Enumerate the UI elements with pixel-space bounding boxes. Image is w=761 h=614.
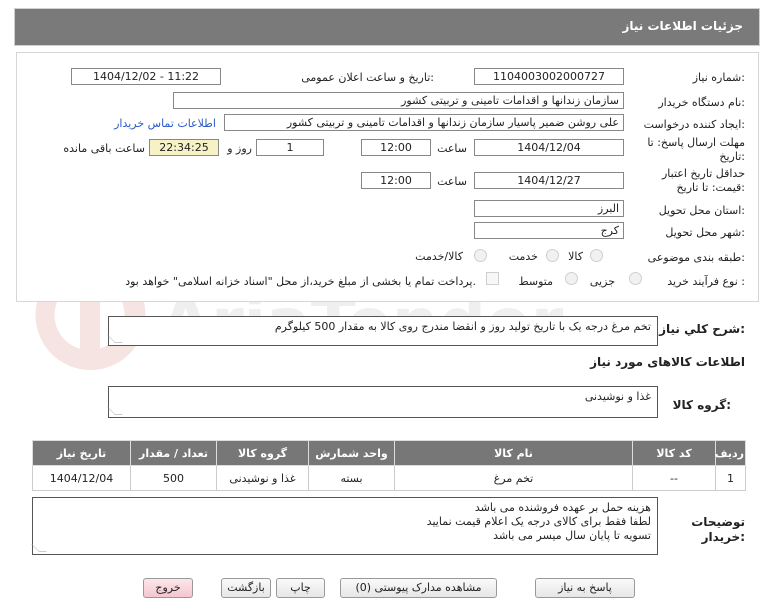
requester-field[interactable]: علی روشن ضمیر پاسیار سازمان زندانها و اق… — [224, 114, 624, 131]
price-validity-time-field[interactable]: 12:00 — [361, 172, 431, 189]
goods-section-title: اطلاعات کالاهای مورد نیاز — [590, 355, 745, 369]
buyer-org-field[interactable]: سازمان زندانها و اقدامات تامینی و تربیتی… — [173, 92, 624, 109]
category-goods-service-label: کالا/خدمت — [415, 250, 463, 263]
description-text: تخم مرغ درجه یک با تاریخ تولید روز و انق… — [274, 320, 651, 333]
price-validity-label: حداقل تاریخ اعتبار قیمت: تا تاریخ: — [661, 167, 745, 194]
days-label: روز و — [227, 142, 252, 155]
requester-label: ایجاد کننده درخواست: — [643, 118, 745, 131]
cell-need-date: 1404/12/04 — [32, 465, 131, 491]
province-field[interactable]: البرز — [474, 200, 624, 217]
col-header-row-number: ردیف — [715, 440, 746, 466]
province-label: استان محل تحویل: — [658, 204, 745, 217]
table-row[interactable]: 1 -- تخم مرغ بسته غذا و نوشیدنی 500 1404… — [32, 465, 746, 491]
resize-grip-icon[interactable] — [107, 407, 123, 415]
col-header-need-date: تاریخ نیاز — [32, 440, 131, 466]
goods-table: ردیف کد کالا نام کالا واحد شمارش گروه کا… — [32, 440, 746, 491]
resize-grip-icon[interactable] — [31, 544, 47, 552]
page-title: جزئیات اطلاعات نیاز — [622, 19, 743, 33]
process-medium-radio[interactable] — [565, 272, 578, 285]
cell-quantity: 500 — [130, 465, 217, 491]
cell-row-number: 1 — [715, 465, 746, 491]
col-header-group: گروه کالا — [216, 440, 309, 466]
buyer-notes-textarea[interactable]: هزینه حمل بر عهده فروشنده می باشد لطفا ف… — [31, 497, 658, 555]
category-service-radio[interactable] — [546, 249, 559, 262]
col-header-unit: واحد شمارش — [308, 440, 395, 466]
goods-group-label: گروه کالا: — [672, 398, 731, 412]
buyer-org-label: نام دستگاه خریدار: — [658, 96, 745, 109]
cell-unit: بسته — [308, 465, 395, 491]
category-label: طبقه بندی موضوعی: — [647, 251, 745, 264]
price-validity-date-field[interactable]: 1404/12/27 — [474, 172, 624, 189]
announce-datetime-field[interactable]: 1404/12/02 - 11:22 — [71, 68, 221, 85]
remaining-label: ساعت باقی مانده — [63, 142, 145, 155]
deadline-label: مهلت ارسال پاسخ: تا تاریخ: — [647, 136, 745, 163]
need-number-field[interactable]: 1104003002000727 — [474, 68, 624, 85]
process-minor-label: جزیی — [589, 275, 615, 288]
deadline-date-field[interactable]: 1404/12/04 — [474, 139, 624, 156]
contact-buyer-link[interactable]: اطلاعات تماس خریدار — [114, 117, 216, 130]
remaining-time-field: 22:34:25 — [149, 139, 219, 156]
goods-group-text: غذا و نوشیدنی — [584, 390, 651, 403]
process-medium-label: متوسط — [518, 275, 553, 288]
page-header: جزئیات اطلاعات نیاز — [14, 8, 760, 46]
cell-item-name: تخم مرغ — [394, 465, 633, 491]
goods-group-textarea[interactable]: غذا و نوشیدنی — [107, 386, 658, 418]
process-minor-radio[interactable] — [629, 272, 642, 285]
col-header-item-code: کد کالا — [632, 440, 716, 466]
page: AriaTender.net جزئیات اطلاعات نیاز شماره… — [0, 0, 761, 614]
deadline-time-field[interactable]: 12:00 — [361, 139, 431, 156]
deadline-time-label: ساعت — [437, 142, 467, 155]
treasury-checkbox[interactable] — [486, 272, 499, 285]
col-header-item-name: نام کالا — [394, 440, 633, 466]
buyer-note-line: هزینه حمل بر عهده فروشنده می باشد — [474, 501, 651, 514]
reply-button[interactable]: پاسخ به نیاز — [535, 578, 635, 598]
print-button[interactable]: چاپ — [276, 578, 325, 598]
process-label: نوع فرآیند خرید : — [667, 275, 745, 288]
city-label: شهر محل تحویل: — [665, 226, 745, 239]
need-number-label: شماره نیاز: — [692, 71, 745, 84]
description-label: شرح کلي نياز: — [659, 322, 745, 336]
exit-button[interactable]: خروج — [143, 578, 193, 598]
table-header-row: ردیف کد کالا نام کالا واحد شمارش گروه کا… — [32, 440, 746, 466]
treasury-text: پرداخت تمام یا بخشی از مبلغ خرید،از محل … — [125, 275, 476, 288]
category-service-label: خدمت — [508, 250, 538, 263]
col-header-quantity: تعداد / مقدار — [130, 440, 217, 466]
buyer-note-line: تسویه تا پایان سال میسر می باشد — [493, 529, 651, 542]
buyer-note-line: لطفا فقط برای کالای درجه یک اعلام قیمت ن… — [426, 515, 651, 528]
back-button[interactable]: بازگشت — [221, 578, 271, 598]
deadline-days-field[interactable]: 1 — [256, 139, 324, 156]
announce-datetime-label: تاریخ و ساعت اعلان عمومی: — [301, 71, 434, 84]
category-goods-radio[interactable] — [590, 249, 603, 262]
resize-grip-icon[interactable] — [107, 335, 123, 343]
buyer-notes-label: توضیحات خریدار: — [691, 515, 745, 544]
category-goods-service-radio[interactable] — [474, 249, 487, 262]
cell-item-code: -- — [632, 465, 716, 491]
attachments-button[interactable]: مشاهده مدارک پیوستی (0) — [340, 578, 497, 598]
city-field[interactable]: کرج — [474, 222, 624, 239]
cell-group: غذا و نوشیدنی — [216, 465, 309, 491]
price-validity-time-label: ساعت — [437, 175, 467, 188]
category-goods-label: کالا — [568, 250, 583, 263]
description-textarea[interactable]: تخم مرغ درجه یک با تاریخ تولید روز و انق… — [107, 316, 658, 346]
